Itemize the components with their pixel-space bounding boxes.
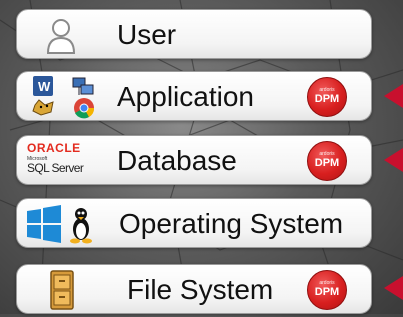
tomcat-icon: [32, 99, 54, 116]
chrome-icon: [74, 98, 95, 119]
word-icon: W: [33, 76, 53, 96]
layer-label-user: User: [117, 19, 177, 50]
layer-label-application: Application: [117, 81, 254, 112]
arrow-database: [384, 148, 403, 172]
layer-label-database: Database: [117, 145, 237, 176]
layer-label-file-system: File System: [127, 274, 274, 305]
linux-tux-icon: [70, 208, 92, 244]
layer-os-icons: [23, 202, 103, 246]
layer-file-system-icons: [23, 268, 103, 312]
layer-database[interactable]: ORACLE Microsoft SQL Server Database ard…: [16, 135, 372, 185]
layer-user-icons: [23, 13, 103, 57]
svg-text:W: W: [38, 79, 51, 94]
user-icon: [46, 19, 76, 54]
arrow-file-system: [384, 276, 403, 300]
dpm-badge-application[interactable]: ardoris DPM: [307, 77, 347, 117]
file-cabinet-icon: [50, 270, 74, 310]
layer-database-icons: ORACLE Microsoft SQL Server: [27, 141, 84, 175]
arrow-application: [384, 84, 403, 108]
layer-label-operating-system: Operating System: [119, 208, 344, 239]
layer-application[interactable]: W Application ardoris DPM: [16, 71, 372, 121]
layer-user[interactable]: User: [16, 9, 372, 59]
network-icon: [72, 77, 94, 95]
windows-icon: [27, 205, 61, 243]
dpm-badge-database[interactable]: ardoris DPM: [307, 141, 347, 181]
layer-operating-system[interactable]: Operating System: [16, 198, 372, 248]
dpm-badge-file-system[interactable]: ardoris DPM: [307, 270, 347, 310]
layer-file-system[interactable]: File System ardoris DPM: [16, 264, 372, 314]
layer-application-icons: W: [23, 75, 103, 119]
